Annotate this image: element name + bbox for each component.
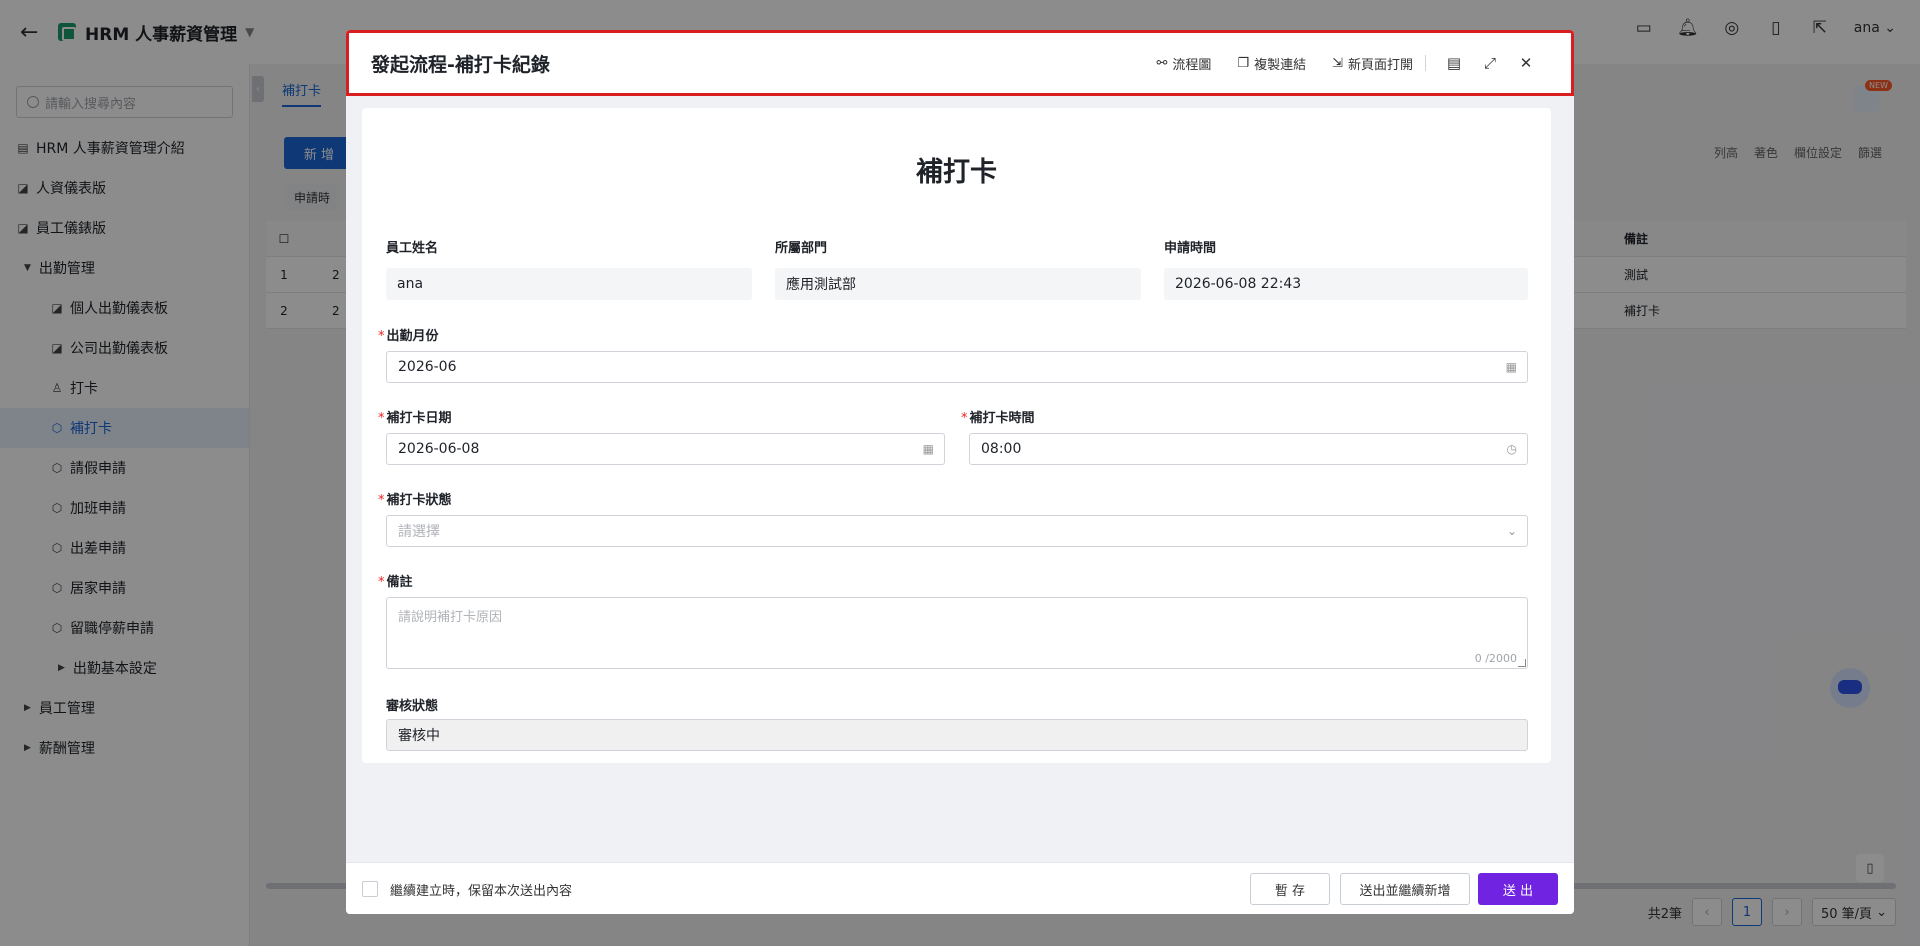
divider xyxy=(1425,55,1426,71)
month-label: * 出勤月份 xyxy=(378,329,439,344)
clock-icon: ◷ xyxy=(1506,442,1517,456)
copy-link-button[interactable]: ❐ 複製連結 xyxy=(1237,54,1306,73)
open-new-page-button[interactable]: ⇲ 新頁面打開 xyxy=(1332,54,1413,73)
modal-header: 發起流程-補打卡紀錄 ⚯ 流程圖 ❐ 複製連結 ⇲ 新頁面打開 ▤ ⤢ ✕ xyxy=(346,30,1574,96)
close-icon[interactable]: ✕ xyxy=(1518,54,1534,72)
review-status-label: 審核狀態 xyxy=(386,699,439,714)
time-label: * 補打卡時間 xyxy=(961,411,1035,426)
department-label: 所屬部門 xyxy=(775,241,828,256)
side-panel-icon[interactable]: ▤ xyxy=(1446,54,1462,72)
form-card: 補打卡 員工姓名 ana 所屬部門 應用測試部 申請時間 2026-06-08 … xyxy=(362,108,1551,763)
employee-name-label: 員工姓名 xyxy=(386,241,439,256)
resize-handle[interactable] xyxy=(1518,659,1526,667)
status-label: * 補打卡狀態 xyxy=(378,493,452,508)
status-select[interactable]: 請選擇 ⌄ xyxy=(386,515,1528,547)
submit-and-continue-button[interactable]: 送出並繼續新增 xyxy=(1340,873,1470,905)
save-draft-button[interactable]: 暫 存 xyxy=(1250,873,1330,905)
flowchart-icon: ⚯ xyxy=(1156,55,1168,71)
note-textarea[interactable]: 請說明補打卡原因 0 /2000 xyxy=(386,597,1528,669)
required-mark: * xyxy=(378,493,385,508)
date-label: * 補打卡日期 xyxy=(378,411,452,426)
time-picker[interactable]: 08:00 ◷ xyxy=(969,433,1528,465)
required-mark: * xyxy=(961,411,968,426)
employee-name-value: ana xyxy=(386,268,752,300)
copy-icon: ❐ xyxy=(1237,55,1250,71)
modal-actions: ⚯ 流程圖 ❐ 複製連結 ⇲ 新頁面打開 ▤ ⤢ ✕ xyxy=(1130,30,1534,96)
chevron-down-icon: ⌄ xyxy=(1506,524,1517,538)
required-mark: * xyxy=(378,575,385,590)
apply-time-value: 2026-06-08 22:43 xyxy=(1164,268,1528,300)
fullscreen-icon[interactable]: ⤢ xyxy=(1482,54,1498,72)
calendar-icon: ▦ xyxy=(922,442,934,456)
date-picker[interactable]: 2026-06-08 ▦ xyxy=(386,433,945,465)
calendar-icon: ▦ xyxy=(1505,360,1517,374)
open-external-icon: ⇲ xyxy=(1332,55,1343,71)
department-value: 應用測試部 xyxy=(775,268,1141,300)
process-modal: 發起流程-補打卡紀錄 ⚯ 流程圖 ❐ 複製連結 ⇲ 新頁面打開 ▤ ⤢ ✕ 補打卡 員… xyxy=(346,30,1574,914)
required-mark: * xyxy=(378,411,385,426)
modal-footer: 繼續建立時，保留本次送出內容 暫 存 送出並繼續新增 送 出 xyxy=(346,862,1574,914)
apply-time-label: 申請時間 xyxy=(1164,241,1217,256)
month-picker[interactable]: 2026-06 ▦ xyxy=(386,351,1528,383)
keep-content-label: 繼續建立時，保留本次送出內容 xyxy=(390,884,573,899)
flowchart-button[interactable]: ⚯ 流程圖 xyxy=(1156,54,1211,73)
submit-button[interactable]: 送 出 xyxy=(1478,873,1558,905)
keep-content-checkbox[interactable] xyxy=(362,881,378,897)
modal-title: 發起流程-補打卡紀錄 xyxy=(371,54,550,76)
review-status-value: 審核中 xyxy=(386,719,1528,751)
form-title: 補打卡 xyxy=(916,157,997,188)
required-mark: * xyxy=(378,329,385,344)
note-label: * 備註 xyxy=(378,575,413,590)
note-counter: 0 /2000 xyxy=(1474,652,1517,665)
